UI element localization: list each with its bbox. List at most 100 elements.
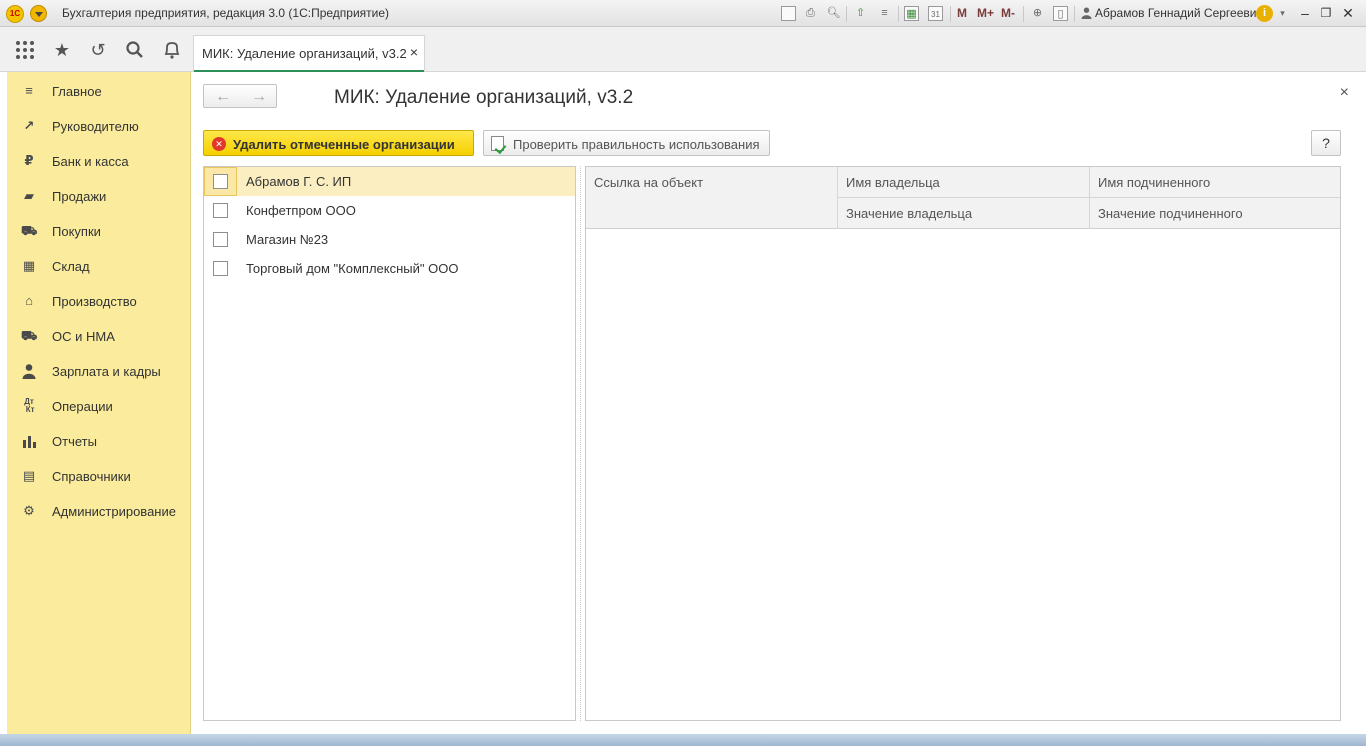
column-owner-value[interactable]: Значение владельца bbox=[837, 198, 1089, 229]
document-icon[interactable]: ≡ bbox=[877, 6, 892, 21]
trend-up-icon: ↗ bbox=[23, 118, 35, 133]
column-subordinate-name[interactable]: Имя подчиненного bbox=[1089, 167, 1340, 198]
history-icon[interactable]: ↺ bbox=[87, 39, 109, 61]
sidebar-item-manager[interactable]: ↗ Руководителю bbox=[7, 111, 191, 141]
organization-checkbox[interactable] bbox=[213, 261, 228, 276]
os-taskbar bbox=[0, 734, 1366, 746]
sidebar-item-catalogs[interactable]: ▤ Справочники bbox=[7, 461, 191, 491]
sidebar-item-operations[interactable]: Дт Кт Операции bbox=[7, 391, 191, 421]
tab-close-icon[interactable]: × bbox=[410, 44, 418, 60]
notifications-bell-icon[interactable] bbox=[161, 39, 183, 61]
column-owner-name[interactable]: Имя владельца bbox=[837, 167, 1089, 198]
form-nav-buttons: ← → bbox=[203, 84, 277, 108]
organization-checkbox[interactable] bbox=[213, 203, 228, 218]
tab-label: МИК: Удаление организаций, v3.2 bbox=[202, 46, 407, 61]
bar-chart-icon bbox=[23, 436, 36, 448]
sidebar-item-administration[interactable]: ⚙ Администрирование bbox=[7, 496, 191, 526]
favorites-star-icon[interactable]: ★ bbox=[51, 39, 73, 61]
sidebar-item-bank[interactable]: ₽ Банк и касса bbox=[7, 146, 191, 176]
panel-layout-icon[interactable]: ▯ bbox=[1053, 6, 1068, 21]
calculator-icon[interactable]: ▦ bbox=[904, 6, 919, 21]
organization-checkbox[interactable] bbox=[213, 232, 228, 247]
1c-logo-icon: 1С bbox=[6, 5, 24, 23]
memory-m-button[interactable]: M bbox=[957, 6, 967, 20]
app-title: Бухгалтерия предприятия, редакция 3.0 (1… bbox=[62, 6, 390, 20]
sidebar-item-warehouse[interactable]: ▦ Склад bbox=[7, 251, 191, 281]
sidebar: ≡ Главное ↗ Руководителю ₽ Банк и касса … bbox=[7, 72, 191, 734]
upload-icon[interactable]: ⇧ bbox=[853, 6, 868, 21]
user-name[interactable]: Абрамов Геннадий Сергеевич bbox=[1095, 6, 1263, 20]
sidebar-item-label: Продажи bbox=[52, 189, 107, 204]
memory-plus-button[interactable]: M+ bbox=[977, 6, 994, 20]
sidebar-item-label: Склад bbox=[52, 259, 90, 274]
list-item[interactable]: Абрамов Г. С. ИП bbox=[204, 167, 575, 196]
restore-button[interactable]: ❐ bbox=[1316, 3, 1336, 23]
panel-splitter[interactable] bbox=[580, 166, 581, 721]
tab-delete-organizations[interactable]: МИК: Удаление организаций, v3.2 × bbox=[193, 35, 425, 72]
minimize-button[interactable]: – bbox=[1295, 3, 1315, 23]
info-dropdown-icon[interactable]: ▾ bbox=[1275, 6, 1290, 21]
sidebar-item-main[interactable]: ≡ Главное bbox=[7, 76, 191, 106]
sidebar-item-label: Зарплата и кадры bbox=[52, 364, 161, 379]
sidebar-item-fixed-assets[interactable]: ⛟ ОС и НМА bbox=[7, 321, 191, 351]
info-icon[interactable]: i bbox=[1256, 5, 1273, 22]
gear-icon: ⚙ bbox=[23, 503, 35, 518]
preview-icon[interactable]: 🔍︎ bbox=[826, 6, 841, 21]
sidebar-item-salary[interactable]: Зарплата и кадры bbox=[7, 356, 191, 386]
organization-name: Конфетпром ООО bbox=[246, 203, 356, 218]
back-arrow-icon[interactable]: ← bbox=[205, 87, 241, 107]
person-icon bbox=[22, 364, 36, 379]
factory-icon: ⌂ bbox=[25, 293, 33, 308]
dt-kt-icon: Дт Кт bbox=[23, 397, 35, 414]
forward-arrow-icon[interactable]: → bbox=[241, 87, 277, 107]
sidebar-item-production[interactable]: ⌂ Производство bbox=[7, 286, 191, 316]
organization-name: Абрамов Г. С. ИП bbox=[246, 174, 352, 189]
sidebar-item-label: Покупки bbox=[52, 224, 101, 239]
main-menu-dropdown-icon[interactable] bbox=[30, 5, 47, 22]
sidebar-item-label: Главное bbox=[52, 84, 102, 99]
sidebar-item-label: Банк и касса bbox=[52, 154, 129, 169]
sidebar-item-reports[interactable]: Отчеты bbox=[7, 426, 191, 456]
delete-x-circle-icon: ✕ bbox=[212, 137, 226, 151]
sidebar-item-label: Отчеты bbox=[52, 434, 97, 449]
sidebar-item-label: Администрирование bbox=[52, 504, 176, 519]
apps-grid-icon[interactable] bbox=[14, 39, 36, 61]
warehouse-icon: ▦ bbox=[22, 258, 36, 273]
sidebar-item-sales[interactable]: ▰ Продажи bbox=[7, 181, 191, 211]
save-icon[interactable] bbox=[781, 6, 796, 21]
check-document-icon bbox=[491, 136, 504, 151]
organization-name: Торговый дом "Комплексный" ООО bbox=[246, 261, 459, 276]
sidebar-item-label: Справочники bbox=[52, 469, 131, 484]
user-icon bbox=[1081, 7, 1092, 19]
list-item[interactable]: Магазин №23 bbox=[204, 225, 575, 254]
check-usage-button[interactable]: Проверить правильность использования bbox=[483, 130, 770, 156]
form-close-icon[interactable]: × bbox=[1340, 84, 1349, 102]
calendar-icon[interactable]: 31 bbox=[928, 6, 943, 21]
sidebar-item-label: Производство bbox=[52, 294, 137, 309]
page-title: МИК: Удаление организаций, v3.2 bbox=[334, 87, 634, 108]
memory-minus-button[interactable]: M- bbox=[1001, 6, 1015, 20]
check-button-label: Проверить правильность использования bbox=[513, 137, 760, 152]
sidebar-item-label: Операции bbox=[52, 399, 113, 414]
help-button[interactable]: ? bbox=[1311, 130, 1341, 156]
column-subordinate-value[interactable]: Значение подчиненного bbox=[1089, 198, 1340, 229]
close-window-button[interactable]: ✕ bbox=[1338, 3, 1358, 23]
form-area: ← → МИК: Удаление организаций, v3.2 × ✕ … bbox=[191, 72, 1359, 734]
sidebar-item-purchases[interactable]: ⛟ Покупки bbox=[7, 216, 191, 246]
print-icon[interactable]: ⎙ bbox=[803, 6, 818, 21]
search-icon[interactable] bbox=[124, 39, 146, 61]
list-item[interactable]: Торговый дом "Комплексный" ООО bbox=[204, 254, 575, 283]
delete-marked-organizations-button[interactable]: ✕ Удалить отмеченные организации bbox=[203, 130, 474, 156]
column-object-ref[interactable]: Ссылка на объект bbox=[586, 167, 837, 229]
ruble-coin-icon: ₽ bbox=[24, 153, 34, 168]
zoom-icon[interactable]: ⊕ bbox=[1030, 6, 1045, 21]
organization-checkbox[interactable] bbox=[213, 174, 228, 189]
window-title-bar: 1С Бухгалтерия предприятия, редакция 3.0… bbox=[0, 0, 1366, 27]
shopping-bag-icon: ▰ bbox=[24, 188, 34, 203]
books-icon: ▤ bbox=[22, 468, 36, 483]
list-item[interactable]: Конфетпром ООО bbox=[204, 196, 575, 225]
organizations-list: Абрамов Г. С. ИП Конфетпром ООО Магазин … bbox=[203, 166, 576, 721]
sidebar-item-label: ОС и НМА bbox=[52, 329, 115, 344]
menu-lines-icon: ≡ bbox=[25, 83, 33, 98]
sidebar-item-label: Руководителю bbox=[52, 119, 139, 134]
